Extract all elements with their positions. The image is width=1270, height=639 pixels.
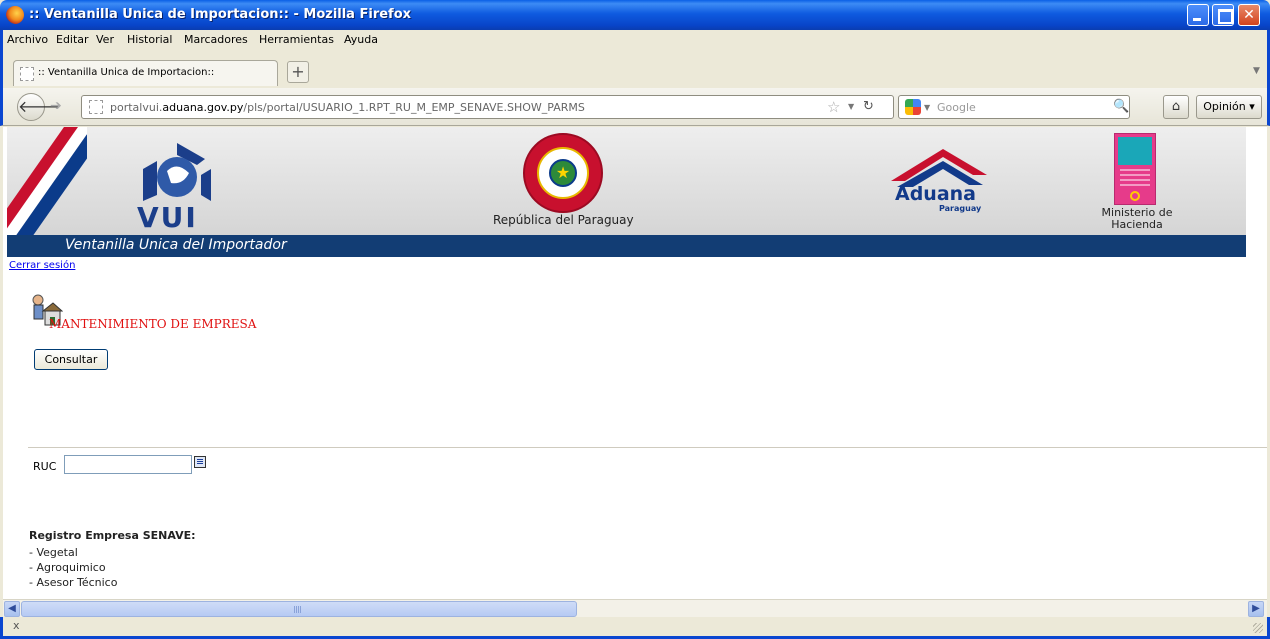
consultar-button[interactable]: Consultar <box>34 349 108 370</box>
maximize-button[interactable] <box>1212 4 1234 26</box>
home-icon: ⌂ <box>1171 99 1181 114</box>
scrollbar-thumb[interactable] <box>21 601 577 617</box>
tagline-bar: Ventanilla Unica del Importador <box>7 235 1246 257</box>
menu-editar[interactable]: Editar <box>56 33 89 46</box>
reload-icon[interactable]: ↻ <box>863 99 874 114</box>
ruc-label: RUC <box>33 460 57 473</box>
menu-bar: Archivo Editar Ver Historial Marcadores … <box>0 30 1270 50</box>
search-engine-dropdown-icon[interactable]: ▼ <box>924 103 930 112</box>
tab-label: :: Ventanilla Unica de Importacion:: <box>38 67 215 78</box>
registro-title: Registro Empresa SENAVE: <box>29 529 196 542</box>
registro-list: - Vegetal - Agroquimico - Asesor Técnico <box>29 545 117 590</box>
logout-link[interactable]: Cerrar sesión <box>9 260 75 271</box>
tab-list-chevron-icon[interactable]: ▼ <box>1253 66 1260 76</box>
ministerio-hacienda-logo <box>1114 133 1156 205</box>
window-title: :: Ventanilla Unica de Importacion:: - M… <box>29 7 412 22</box>
ruc-list-icon[interactable] <box>194 456 206 468</box>
search-icon[interactable]: 🔍 <box>1113 99 1129 114</box>
opinion-button[interactable]: Opinión ▾ <box>1196 95 1262 119</box>
close-button[interactable]: ✕ <box>1238 4 1260 26</box>
back-button[interactable]: 🡐 <box>17 93 61 121</box>
menu-ver[interactable]: Ver <box>96 33 114 46</box>
paraguay-caption: República del Paraguay <box>493 213 634 227</box>
page-favicon-icon <box>20 67 34 81</box>
scroll-right-icon[interactable]: ▶ <box>1248 601 1264 617</box>
status-bar: x <box>0 617 1270 639</box>
vui-logo-text: VUI <box>137 201 198 234</box>
scroll-left-icon[interactable]: ◀ <box>4 601 20 617</box>
history-dropdown-icon[interactable]: ▼ <box>848 102 854 111</box>
registro-item-vegetal: - Vegetal <box>29 546 78 559</box>
menu-herramientas[interactable]: Herramientas <box>259 33 334 46</box>
url-text: portalvui.aduana.gov.py/pls/portal/USUAR… <box>110 101 585 114</box>
opinion-label: Opinión <box>1203 100 1246 113</box>
aduana-logo-text: Aduana <box>895 183 977 205</box>
paraguay-seal-icon: ★ <box>523 133 603 213</box>
ministerio-caption: Ministerio de Hacienda <box>1101 206 1173 231</box>
tab-strip: :: Ventanilla Unica de Importacion:: + ▼ <box>0 50 1270 88</box>
bookmark-star-icon[interactable]: ☆ <box>827 98 840 116</box>
search-box[interactable]: ▼ Google 🔍 <box>898 95 1130 119</box>
google-icon[interactable] <box>905 99 921 115</box>
menu-historial[interactable]: Historial <box>127 33 172 46</box>
aduana-logo-subtext: Paraguay <box>939 204 982 213</box>
divider <box>28 447 1267 448</box>
flag-stripe-decoration <box>7 127 87 235</box>
registro-item-asesor: - Asesor Técnico <box>29 576 118 589</box>
address-bar[interactable]: portalvui.aduana.gov.py/pls/portal/USUAR… <box>81 95 894 119</box>
site-identity-icon[interactable] <box>89 100 103 114</box>
browser-tab[interactable]: :: Ventanilla Unica de Importacion:: <box>13 60 278 86</box>
section-title: MANTENIMIENTO DE EMPRESA <box>49 317 257 331</box>
firefox-icon <box>6 6 24 24</box>
minimize-icon <box>1188 5 1208 25</box>
home-button[interactable]: ⌂ <box>1163 95 1189 119</box>
forward-button[interactable]: ➔ <box>50 98 62 114</box>
menu-archivo[interactable]: Archivo <box>7 33 48 46</box>
resize-grip-icon[interactable] <box>1253 623 1263 633</box>
close-icon: ✕ <box>1243 7 1255 23</box>
new-tab-button[interactable]: + <box>287 61 309 83</box>
minimize-button[interactable] <box>1187 4 1209 26</box>
menu-marcadores[interactable]: Marcadores <box>184 33 248 46</box>
status-close-icon[interactable]: x <box>13 619 20 632</box>
header-banner: VUI ★ República del Paraguay Aduana Para… <box>7 127 1246 235</box>
ruc-input[interactable] <box>64 455 192 474</box>
tagline-text: Ventanilla Unica del Importador <box>65 237 287 253</box>
menu-ayuda[interactable]: Ayuda <box>344 33 378 46</box>
page-content: VUI ★ República del Paraguay Aduana Para… <box>3 127 1267 599</box>
search-placeholder: Google <box>937 101 976 114</box>
registro-item-agroquimico: - Agroquimico <box>29 561 106 574</box>
navigation-toolbar: 🡐 ➔ portalvui.aduana.gov.py/pls/portal/U… <box>0 88 1270 126</box>
window-title-bar[interactable]: :: Ventanilla Unica de Importacion:: - M… <box>0 0 1270 30</box>
maximize-icon <box>1213 5 1233 25</box>
horizontal-scrollbar[interactable]: ◀ ▶ <box>3 599 1267 617</box>
